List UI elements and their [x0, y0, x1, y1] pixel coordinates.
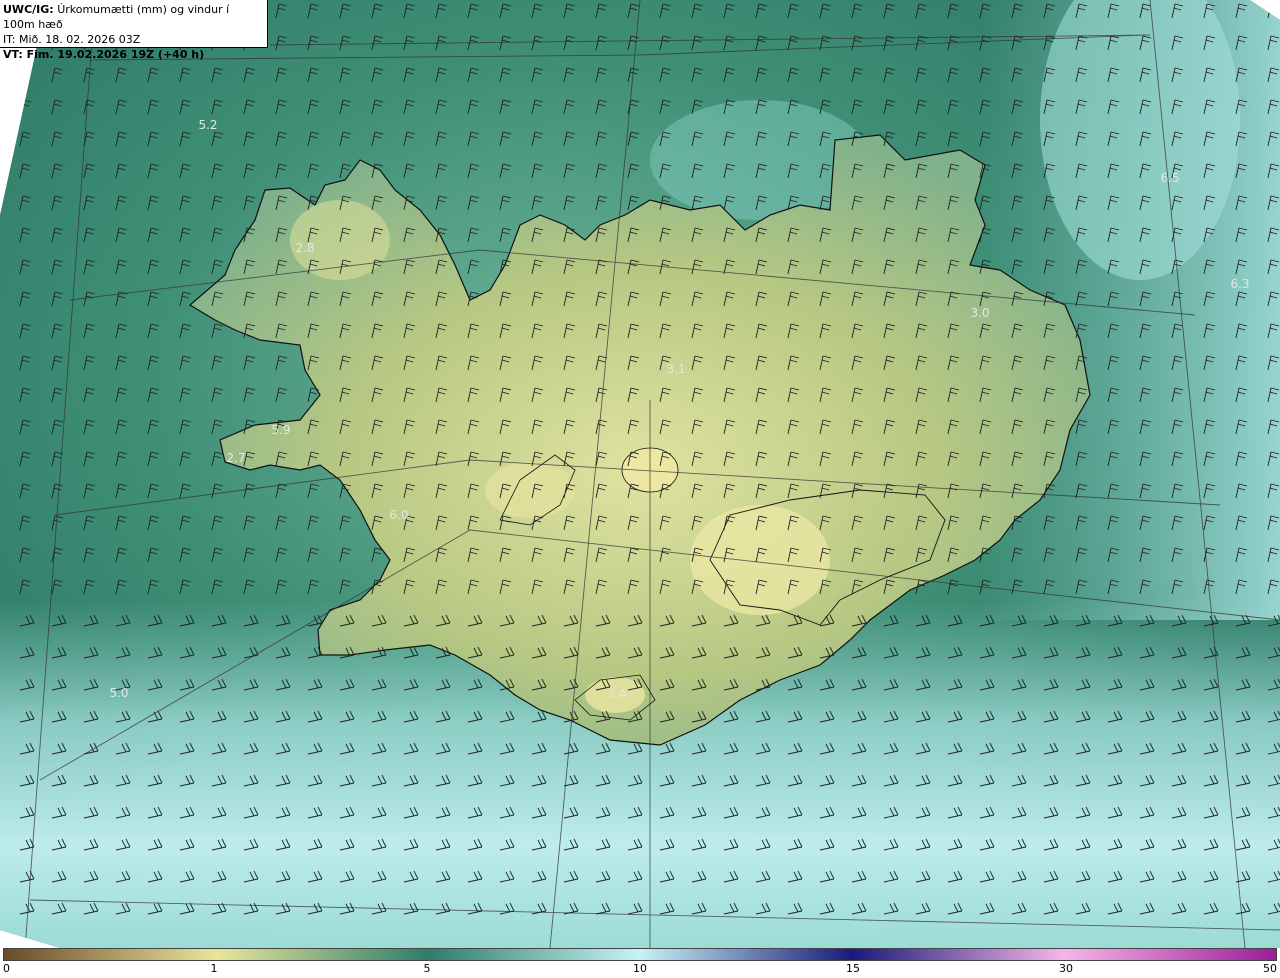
value-label: 6.0 [389, 508, 409, 522]
issue-time: IT: Mið. 18. 02. 2026 03Z [3, 33, 141, 46]
valid-time: VT: Fim. 19.02.2026 19Z (+40 h) [3, 48, 205, 61]
value-label: 6.3 [1230, 277, 1250, 291]
map-canvas [0, 0, 1280, 948]
value-label: 5.9 [271, 423, 291, 437]
map-header: UWC/IG: Úrkomumætti (mm) og vindur í 100… [0, 0, 268, 61]
value-label: 2.7 [226, 451, 246, 465]
legend-tick: 5 [423, 962, 431, 975]
value-label: 3.4 [607, 687, 627, 701]
value-label: 3.1 [666, 362, 686, 376]
value-label: 2.8 [295, 241, 315, 255]
value-label: 3.0 [970, 306, 990, 320]
legend-tick: 1 [210, 962, 218, 975]
legend-tick: 30 [1059, 962, 1073, 975]
legend-tick: 10 [633, 962, 647, 975]
legend-tick: 15 [846, 962, 860, 975]
value-label: 5.0 [109, 686, 129, 700]
value-label: 6.5 [1160, 171, 1180, 185]
legend-tick: 50 [1263, 962, 1277, 975]
model-name: UWC/IG: [3, 3, 54, 16]
color-scale-bar [3, 948, 1277, 961]
legend-tick: 0 [3, 962, 10, 975]
precip-wind-map[interactable]: UWC/IG: Úrkomumætti (mm) og vindur í 100… [0, 0, 1280, 948]
value-label: 5.2 [198, 118, 218, 132]
color-scale-legend: 0 1 5 10 15 30 50 [0, 948, 1280, 978]
